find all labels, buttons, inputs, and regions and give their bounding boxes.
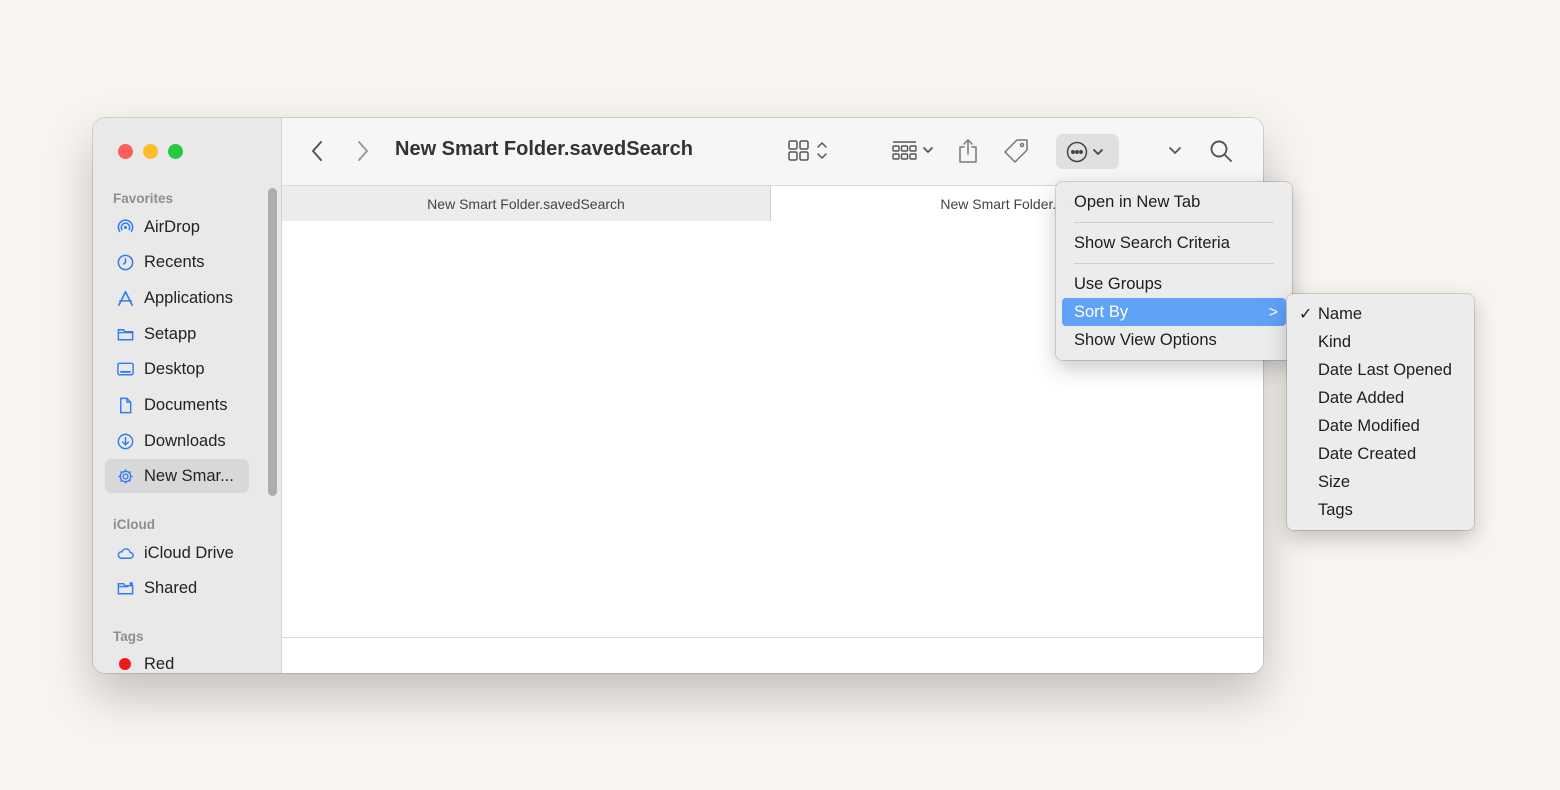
actions-menu: Open in New Tab Show Search Criteria Use… [1056, 182, 1292, 360]
sidebar: Favorites AirDrop Recents Applications S… [93, 118, 282, 673]
menu-item-label: Sort By [1074, 302, 1129, 321]
share-icon [959, 139, 977, 163]
sidebar-item-label: Setapp [144, 324, 197, 343]
toolbar: New Smart Folder.savedSearch [282, 118, 1263, 185]
desktop-icon [115, 359, 135, 379]
applications-icon [115, 288, 135, 308]
folder-icon [115, 324, 135, 344]
sidebar-item-label: Applications [144, 288, 233, 307]
clock-icon [115, 252, 135, 272]
sidebar-item-label: Documents [144, 395, 228, 414]
sort-option-date-modified[interactable]: Date Modified [1293, 412, 1468, 440]
minimize-button[interactable] [143, 144, 158, 159]
tag-button[interactable] [999, 135, 1033, 167]
sidebar-item-airdrop[interactable]: AirDrop [105, 210, 249, 244]
toolbar-overflow-button[interactable] [1162, 136, 1188, 166]
download-icon [115, 431, 135, 451]
sidebar-item-label: Red [144, 654, 175, 673]
checkmark-icon: ✓ [1299, 306, 1313, 323]
tags-heading: Tags [113, 629, 144, 644]
menu-item-open-in-new-tab[interactable]: Open in New Tab [1062, 188, 1286, 216]
chevron-left-icon [312, 141, 322, 161]
document-icon [115, 395, 135, 415]
sort-option-date-created[interactable]: Date Created [1293, 440, 1468, 468]
tab-1[interactable]: New Smart Folder.savedSearch [282, 186, 771, 221]
ellipsis-circle-icon [1066, 141, 1103, 162]
menu-separator [1074, 263, 1274, 264]
sidebar-item-label: New Smar... [144, 466, 234, 485]
window-controls [118, 144, 183, 159]
group-button[interactable] [889, 136, 939, 166]
sort-option-date-added[interactable]: Date Added [1293, 384, 1468, 412]
sidebar-item-label: Downloads [144, 431, 226, 450]
sidebar-item-label: Desktop [144, 359, 205, 378]
sort-option-name[interactable]: ✓ Name [1293, 300, 1468, 328]
sidebar-item-label: Recents [144, 252, 205, 271]
sidebar-item-setapp[interactable]: Setapp [105, 317, 249, 351]
back-button[interactable] [302, 136, 332, 166]
tag-color-icon [115, 654, 135, 673]
sidebar-item-documents[interactable]: Documents [105, 388, 249, 422]
path-bar [282, 637, 1263, 673]
gear-icon [115, 466, 135, 486]
sidebar-item-desktop[interactable]: Desktop [105, 352, 249, 386]
search-icon [1210, 140, 1232, 162]
menu-item-sort-by[interactable]: Sort By > [1062, 298, 1286, 326]
airdrop-icon [115, 217, 135, 237]
cloud-icon [115, 543, 135, 563]
search-button[interactable] [1204, 135, 1238, 167]
sidebar-item-label: iCloud Drive [144, 543, 234, 562]
view-mode-button[interactable] [786, 136, 832, 166]
more-actions-button[interactable] [1056, 134, 1119, 169]
icon-view-icon [788, 140, 827, 161]
sidebar-item-icloud-drive[interactable]: iCloud Drive [105, 536, 249, 570]
window-title: New Smart Folder.savedSearch [395, 138, 693, 160]
close-button[interactable] [118, 144, 133, 159]
sidebar-item-applications[interactable]: Applications [105, 281, 249, 315]
favorites-heading: Favorites [113, 191, 174, 206]
group-icon [892, 141, 933, 160]
chevron-right-icon [358, 141, 368, 161]
icloud-heading: iCloud [113, 517, 155, 532]
sidebar-scrollbar[interactable] [268, 188, 277, 496]
menu-item-show-search-criteria[interactable]: Show Search Criteria [1062, 229, 1286, 257]
share-button[interactable] [952, 134, 984, 168]
sort-option-date-last-opened[interactable]: Date Last Opened [1293, 356, 1468, 384]
sidebar-item-label: AirDrop [144, 217, 200, 236]
sidebar-item-downloads[interactable]: Downloads [105, 424, 249, 458]
menu-item-show-view-options[interactable]: Show View Options [1062, 326, 1286, 354]
red-tag-dot [119, 658, 131, 670]
sidebar-item-tag-red[interactable]: Red [105, 647, 249, 673]
sidebar-item-shared[interactable]: Shared [105, 571, 249, 605]
submenu-arrow-icon: > [1268, 304, 1278, 321]
sort-by-submenu: ✓ Name Kind Date Last Opened Date Added … [1287, 294, 1474, 530]
sort-option-size[interactable]: Size [1293, 468, 1468, 496]
sort-option-label: Name [1318, 304, 1363, 323]
sidebar-item-new-smart-folder[interactable]: New Smar... [105, 459, 249, 493]
sidebar-item-recents[interactable]: Recents [105, 245, 249, 279]
chevron-down-icon [1169, 147, 1181, 154]
forward-button[interactable] [348, 136, 378, 166]
sidebar-item-label: Shared [144, 578, 198, 597]
zoom-button[interactable] [168, 144, 183, 159]
sort-option-tags[interactable]: Tags [1293, 496, 1468, 524]
menu-item-use-groups[interactable]: Use Groups [1062, 270, 1286, 298]
menu-separator [1074, 222, 1274, 223]
tag-icon [1004, 139, 1028, 163]
sort-option-kind[interactable]: Kind [1293, 328, 1468, 356]
shared-folder-icon [115, 578, 135, 598]
